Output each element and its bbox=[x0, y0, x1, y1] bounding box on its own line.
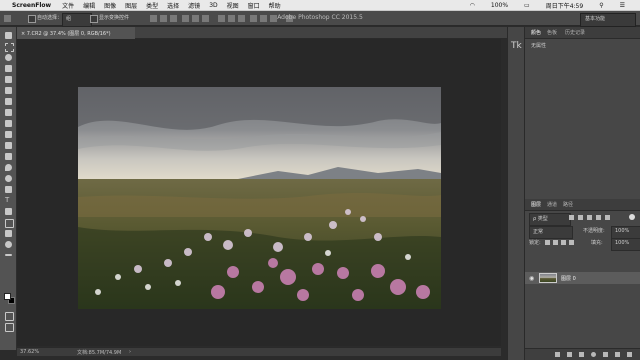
menu-type[interactable]: 类型 bbox=[146, 1, 158, 10]
battery-icon[interactable]: ▭ bbox=[524, 2, 530, 9]
opacity-label: 不透明度: bbox=[583, 228, 605, 234]
tab-color[interactable]: 颜色 bbox=[531, 29, 541, 36]
filter-toggle-icon[interactable] bbox=[629, 214, 635, 220]
layer-name[interactable]: 图层 0 bbox=[561, 275, 576, 282]
gradient-icon[interactable] bbox=[4, 152, 13, 161]
tools-panel: T bbox=[0, 27, 17, 350]
type-icon[interactable]: T bbox=[4, 196, 13, 205]
layers-panel-footer bbox=[525, 348, 640, 360]
more-tools-icon[interactable] bbox=[4, 251, 13, 260]
hand-icon[interactable] bbox=[4, 229, 13, 238]
eyedropper-icon[interactable] bbox=[4, 86, 13, 95]
filter-shape-icon[interactable] bbox=[596, 215, 601, 220]
healing-brush-icon[interactable] bbox=[4, 97, 13, 106]
menu-file[interactable]: 文件 bbox=[62, 1, 74, 10]
tab-swatches[interactable]: 色板 bbox=[547, 29, 557, 36]
color-panel-tabs: 颜色 色板 历史记录 bbox=[525, 27, 640, 39]
menu-layer[interactable]: 图层 bbox=[125, 1, 137, 10]
rectangle-shape-icon[interactable] bbox=[4, 218, 14, 228]
fill-label: 填充: bbox=[591, 240, 603, 246]
collapsed-panel-dock: Tk bbox=[507, 27, 525, 360]
tab-paths[interactable]: 路径 bbox=[563, 201, 573, 208]
filter-type-icon[interactable] bbox=[587, 215, 592, 220]
quick-mask-icon[interactable] bbox=[4, 311, 14, 321]
layer-row[interactable]: ◉ 图层 0 bbox=[525, 272, 640, 284]
window-title: Adobe Photoshop CC 2015.5 bbox=[277, 14, 363, 21]
menu-edit[interactable]: 编辑 bbox=[83, 1, 95, 10]
menu-view[interactable]: 视图 bbox=[227, 1, 239, 10]
lock-position-icon[interactable] bbox=[561, 240, 566, 245]
tab-layers[interactable]: 图层 bbox=[531, 201, 541, 208]
blend-mode-dropdown[interactable]: 正常 bbox=[529, 226, 573, 239]
search-icon[interactable]: ⚲ bbox=[599, 2, 603, 9]
dodge-icon[interactable] bbox=[4, 174, 13, 183]
properties-message: 无属性 bbox=[531, 43, 547, 49]
document-size: 文档:85.7M/74.9M bbox=[77, 350, 122, 356]
menu-select[interactable]: 选择 bbox=[167, 1, 179, 10]
wifi-icon[interactable]: ◠ bbox=[470, 2, 475, 9]
lock-pixels-icon[interactable] bbox=[553, 240, 558, 245]
zoom-icon[interactable] bbox=[4, 240, 13, 249]
status-arrow-icon[interactable]: › bbox=[129, 349, 131, 355]
status-area: ◠ 100% ▭ 周日下午4:59 ⚲ ☰ bbox=[463, 0, 634, 11]
layer-thumbnail bbox=[539, 273, 557, 283]
layer-style-icon[interactable] bbox=[567, 352, 572, 357]
lock-all-icon[interactable] bbox=[569, 240, 574, 245]
lock-label: 锁定: bbox=[529, 240, 541, 246]
new-layer-icon[interactable] bbox=[615, 352, 620, 357]
document-image[interactable] bbox=[78, 87, 441, 309]
quick-select-icon[interactable] bbox=[4, 64, 13, 73]
document-tab-title: 7.CR2 @ 37.4% (图层 0, RGB/16*) bbox=[26, 31, 111, 37]
lock-transparent-icon[interactable] bbox=[545, 240, 550, 245]
blur-icon[interactable] bbox=[4, 163, 13, 172]
layer-filter-dropdown[interactable]: ρ 类型 bbox=[529, 213, 571, 226]
link-layers-icon[interactable] bbox=[555, 352, 560, 357]
filter-adjustment-icon[interactable] bbox=[578, 215, 583, 220]
tk-panel-icon[interactable]: Tk bbox=[511, 41, 522, 51]
marquee-icon[interactable] bbox=[4, 42, 14, 52]
app-menu[interactable]: ScreenFlow bbox=[12, 2, 51, 9]
path-select-icon[interactable] bbox=[4, 207, 13, 216]
document-tab-bar: × 7.CR2 @ 37.4% (图层 0, RGB/16*) bbox=[17, 27, 507, 45]
filter-smart-object-icon[interactable] bbox=[605, 215, 610, 220]
pen-icon[interactable] bbox=[4, 185, 13, 194]
menu-list-icon[interactable]: ☰ bbox=[620, 2, 625, 9]
crop-icon[interactable] bbox=[4, 75, 13, 84]
history-brush-icon[interactable] bbox=[4, 130, 13, 139]
new-group-icon[interactable] bbox=[603, 352, 608, 357]
menu-bar: ScreenFlow 文件 编辑 图像 图层 类型 选择 滤镜 3D 视图 窗口… bbox=[0, 0, 640, 11]
brush-icon[interactable] bbox=[4, 108, 13, 117]
clock[interactable]: 周日下午4:59 bbox=[546, 1, 583, 10]
right-panels: 颜色 色板 历史记录 无属性 图层 通道 路径 ρ 类型 正常 不透明度: 10… bbox=[525, 27, 640, 360]
menu-3d[interactable]: 3D bbox=[209, 2, 217, 9]
options-bar: 自动选择： 组 显示变换控件 Adobe Photoshop CC 2015.5… bbox=[0, 11, 640, 27]
menu-help[interactable]: 帮助 bbox=[269, 1, 281, 10]
layers-panel-tabs: 图层 通道 路径 bbox=[525, 199, 640, 211]
fill-input[interactable]: 100% bbox=[611, 238, 640, 251]
eraser-icon[interactable] bbox=[4, 141, 13, 150]
menu-image[interactable]: 图像 bbox=[104, 1, 116, 10]
battery-text[interactable]: 100% bbox=[491, 2, 508, 9]
status-bar: 37.62% 文档:85.7M/74.9M › bbox=[17, 347, 501, 356]
clone-stamp-icon[interactable] bbox=[4, 119, 13, 128]
visibility-eye-icon[interactable]: ◉ bbox=[529, 275, 534, 282]
menu-filter[interactable]: 滤镜 bbox=[188, 1, 200, 10]
screen-mode-icon[interactable] bbox=[4, 322, 14, 332]
tab-channels[interactable]: 通道 bbox=[547, 201, 557, 208]
trash-icon[interactable] bbox=[627, 352, 632, 357]
tab-history[interactable]: 历史记录 bbox=[565, 29, 585, 36]
filter-pixel-icon[interactable] bbox=[569, 215, 574, 220]
move-icon[interactable] bbox=[4, 31, 13, 40]
foreground-color-swatch[interactable] bbox=[4, 293, 11, 300]
lasso-icon[interactable] bbox=[4, 53, 13, 62]
adjustment-layer-icon[interactable] bbox=[591, 352, 596, 357]
zoom-level[interactable]: 37.62% bbox=[20, 349, 39, 355]
add-mask-icon[interactable] bbox=[579, 352, 584, 357]
workspace-switcher[interactable]: 基本功能 bbox=[580, 13, 636, 27]
menu-window[interactable]: 窗口 bbox=[248, 1, 260, 10]
